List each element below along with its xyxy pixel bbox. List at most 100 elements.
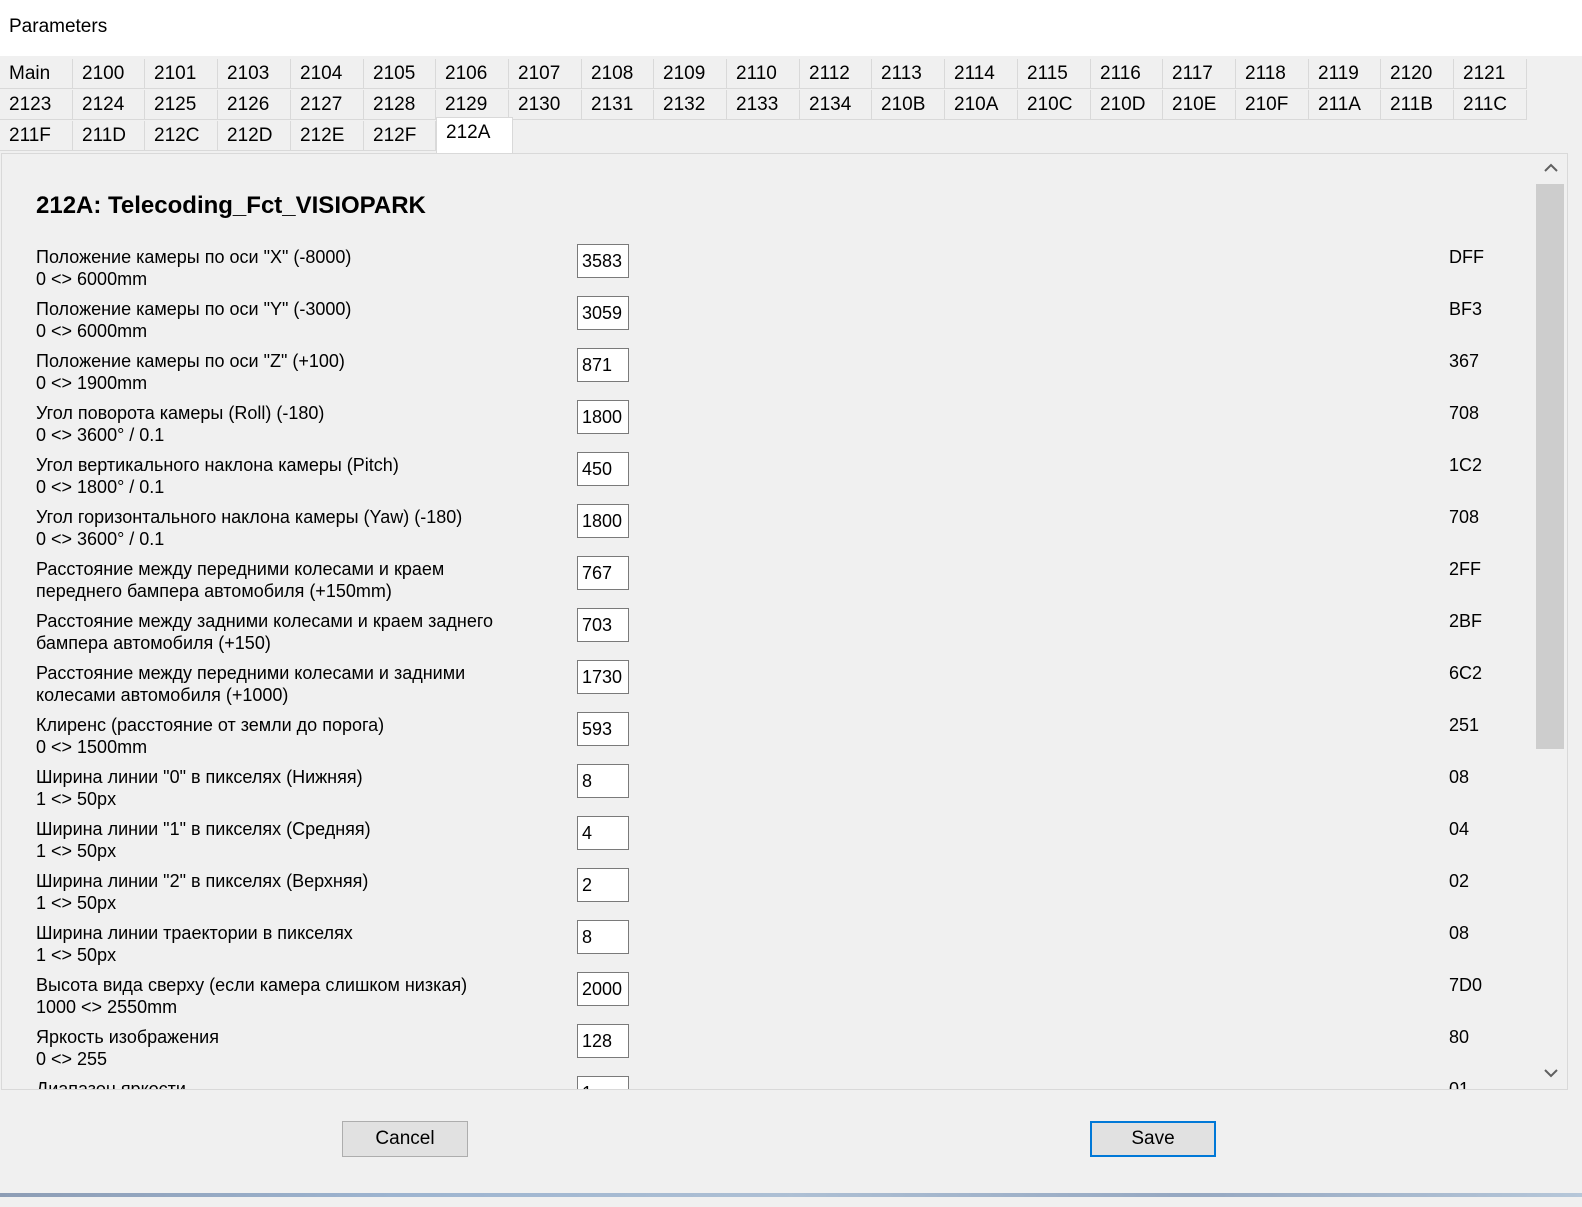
parameter-hex-value: 7D0 <box>1449 975 1483 995</box>
tab-2128[interactable]: 2128 <box>364 90 436 120</box>
tab-2132[interactable]: 2132 <box>654 90 727 120</box>
parameter-row: Положение камеры по оси "X" (-8000) 0 <> … <box>2 244 1534 298</box>
parameter-label: Положение камеры по оси "X" (-8000) 0 <> … <box>36 246 576 290</box>
tab-2120[interactable]: 2120 <box>1381 59 1454 89</box>
tab-212d[interactable]: 212D <box>218 121 291 151</box>
tab-210f[interactable]: 210F <box>1236 90 1309 120</box>
parameter-name: Ширина линии траектории в пикселях <box>36 923 353 943</box>
tab-2109[interactable]: 2109 <box>654 59 727 89</box>
tab-2117[interactable]: 2117 <box>1163 59 1236 89</box>
parameter-value-input[interactable] <box>577 1076 629 1089</box>
parameter-name: Ширина линии "1" в пикселях (Средняя) <box>36 819 371 839</box>
window-title: Parameters <box>9 16 108 37</box>
save-button[interactable]: Save <box>1090 1121 1216 1157</box>
vertical-scrollbar[interactable] <box>1535 154 1567 1089</box>
parameter-range: 1000 <> 2550mm <box>36 997 178 1017</box>
parameter-value-input[interactable] <box>577 244 629 278</box>
parameter-hex-value: 04 <box>1449 819 1470 839</box>
parameter-hex-value: DFF <box>1449 247 1484 267</box>
tab-2130[interactable]: 2130 <box>509 90 582 120</box>
tab-211c[interactable]: 211C <box>1454 90 1527 120</box>
parameter-label: Угол горизонтального наклона камеры (Yaw… <box>36 506 576 550</box>
tab-2108[interactable]: 2108 <box>582 59 654 89</box>
parameter-value-input[interactable] <box>577 660 629 694</box>
parameter-range: 0 <> 1800° / 0.1 <box>36 477 165 497</box>
tab-211a[interactable]: 211A <box>1309 90 1381 120</box>
tab-210b[interactable]: 210B <box>872 90 945 120</box>
tab-2115[interactable]: 2115 <box>1018 59 1091 89</box>
tab-2121[interactable]: 2121 <box>1454 59 1527 89</box>
parameter-range: колесами автомобиля (+1000) <box>36 685 289 705</box>
parameter-value-input[interactable] <box>577 920 629 954</box>
parameter-label: Угол поворота камеры (Roll) (-180) 0 <> 3… <box>36 402 576 446</box>
tab-2106[interactable]: 2106 <box>436 59 509 89</box>
parameter-hex-value: 251 <box>1449 715 1480 735</box>
tab-210d[interactable]: 210D <box>1091 90 1163 120</box>
parameter-label: Положение камеры по оси "Y" (-3000) 0 <> … <box>36 298 576 342</box>
tab-211f[interactable]: 211F <box>0 121 73 151</box>
parameter-value-input[interactable] <box>577 348 629 382</box>
parameter-value-input[interactable] <box>577 972 629 1006</box>
tab-2133[interactable]: 2133 <box>727 90 800 120</box>
tab-2129[interactable]: 2129 <box>436 90 509 120</box>
tab-212e[interactable]: 212E <box>291 121 364 151</box>
taskbar-edge <box>0 1193 1582 1197</box>
parameter-value-input[interactable] <box>577 504 629 538</box>
parameter-range: 1 <> 50px <box>36 841 117 861</box>
tab-2104[interactable]: 2104 <box>291 59 364 89</box>
parameter-name: Расстояние между передними колесами и кр… <box>36 559 445 579</box>
scrollbar-thumb[interactable] <box>1536 184 1564 749</box>
tab-2105[interactable]: 2105 <box>364 59 436 89</box>
tab-212f[interactable]: 212F <box>364 121 436 151</box>
tab-2119[interactable]: 2119 <box>1309 59 1381 89</box>
parameter-hex-value: 6C2 <box>1449 663 1483 683</box>
tab-2127[interactable]: 2127 <box>291 90 364 120</box>
tab-2134[interactable]: 2134 <box>800 90 872 120</box>
tab-210c[interactable]: 210C <box>1018 90 1091 120</box>
parameter-value-input[interactable] <box>577 452 629 486</box>
tab-2103[interactable]: 2103 <box>218 59 291 89</box>
tab-210a[interactable]: 210A <box>945 90 1018 120</box>
tab-2112[interactable]: 2112 <box>800 59 872 89</box>
tab-210e[interactable]: 210E <box>1163 90 1236 120</box>
tab-211b[interactable]: 211B <box>1381 90 1454 120</box>
parameter-hex-value: 708 <box>1449 507 1480 527</box>
parameter-value-input[interactable] <box>577 556 629 590</box>
parameter-name: Ширина линии "0" в пикселях (Нижняя) <box>36 767 363 787</box>
tab-212c[interactable]: 212C <box>145 121 218 151</box>
scroll-down-arrow-icon[interactable] <box>1535 1059 1567 1089</box>
parameter-value-input[interactable] <box>577 868 629 902</box>
tab-2116[interactable]: 2116 <box>1091 59 1163 89</box>
cancel-button[interactable]: Cancel <box>342 1121 468 1157</box>
parameter-value-input[interactable] <box>577 764 629 798</box>
parameter-range: 0 <> 3600° / 0.1 <box>36 425 165 445</box>
parameter-name: Высота вида сверху (если камера слишком … <box>36 975 468 995</box>
parameter-range: 0 <> 3600° / 0.1 <box>36 529 165 549</box>
tab-2100[interactable]: 2100 <box>73 59 145 89</box>
parameter-value-input[interactable] <box>577 1024 629 1058</box>
parameter-value-input[interactable] <box>577 712 629 746</box>
tab-2124[interactable]: 2124 <box>73 90 145 120</box>
tab-main[interactable]: Main <box>0 59 73 89</box>
tab-2131[interactable]: 2131 <box>582 90 654 120</box>
tab-2123[interactable]: 2123 <box>0 90 73 120</box>
tab-2126[interactable]: 2126 <box>218 90 291 120</box>
parameter-value-input[interactable] <box>577 400 629 434</box>
tab-2125[interactable]: 2125 <box>145 90 218 120</box>
tab-2118[interactable]: 2118 <box>1236 59 1309 89</box>
tab-2114[interactable]: 2114 <box>945 59 1018 89</box>
tab-2110[interactable]: 2110 <box>727 59 800 89</box>
parameter-hex-value: 367 <box>1449 351 1480 371</box>
parameter-range: 1 <> 50px <box>36 945 117 965</box>
tab-2113[interactable]: 2113 <box>872 59 945 89</box>
tab-212a[interactable]: 212A <box>436 117 513 153</box>
parameter-value-input[interactable] <box>577 816 629 850</box>
tab-211d[interactable]: 211D <box>73 121 145 151</box>
scroll-up-arrow-icon[interactable] <box>1535 154 1567 184</box>
parameter-value-input[interactable] <box>577 608 629 642</box>
tab-panel: 212A: Telecoding_Fct_VISIOPARK Положение… <box>1 153 1568 1090</box>
parameter-value-input[interactable] <box>577 296 629 330</box>
tab-2101[interactable]: 2101 <box>145 59 218 89</box>
parameter-hex-value: 80 <box>1449 1027 1470 1047</box>
tab-2107[interactable]: 2107 <box>509 59 582 89</box>
